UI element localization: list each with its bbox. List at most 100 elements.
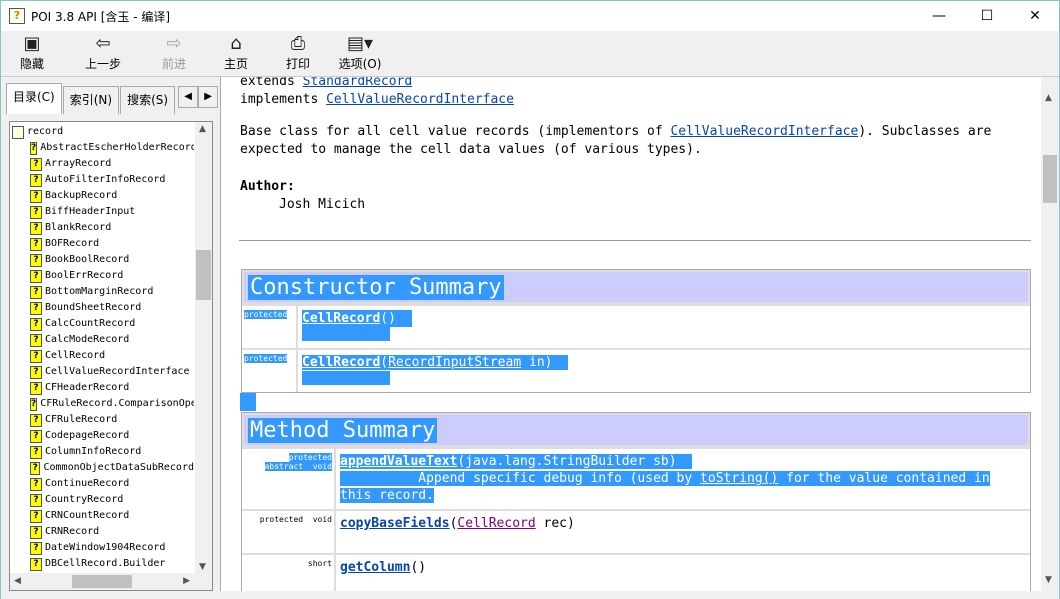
tree-node[interactable]: ? CRNRecord	[10, 524, 194, 540]
cell-value-record-interface-link[interactable]: CellValueRecordInterface	[326, 92, 514, 107]
table-row: short getColumn()	[242, 553, 1030, 591]
tree-node[interactable]: ? DateWindow1904Record	[10, 540, 194, 556]
help-topic-icon: ?	[30, 349, 42, 363]
help-topic-icon: ?	[30, 477, 42, 491]
record-input-stream-link[interactable]: RecordInputStream	[388, 355, 521, 370]
append-value-text-link[interactable]: appendValueText	[340, 454, 457, 469]
tree-node-record[interactable]: record	[10, 124, 194, 140]
tree-node[interactable]: ? CommonObjectDataSubRecord	[10, 460, 194, 476]
class-description: Base class for all cell value records (i…	[240, 124, 992, 157]
tree-node[interactable]: ? BookBoolRecord	[10, 252, 194, 268]
tree-node[interactable]: ? AbstractEscherHolderRecord	[10, 140, 194, 156]
help-topic-icon: ?	[30, 397, 38, 411]
method-summary-table: Method Summary protected abstract void ap…	[241, 412, 1031, 591]
close-button[interactable]: ✕	[1011, 1, 1059, 31]
help-topic-icon: ?	[30, 221, 42, 235]
hide-button[interactable]: ▣ 隐藏	[1, 31, 63, 76]
status-strip	[1, 591, 1059, 599]
help-topic-icon: ?	[30, 365, 42, 379]
help-topic-icon: ?	[30, 381, 42, 395]
cellrecord-param-link[interactable]: CellRecord	[457, 516, 535, 531]
help-topic-icon: ?	[30, 157, 42, 171]
tostring-link[interactable]: toString()	[700, 471, 778, 486]
help-topic-icon: ?	[30, 301, 42, 315]
help-topic-icon: ?	[30, 205, 42, 219]
tree-vertical-scrollbar[interactable]: ▲ ▼	[195, 122, 212, 574]
tree-node[interactable]: ? CRNCountRecord	[10, 508, 194, 524]
tree-node[interactable]: ? AutoFilterInfoRecord	[10, 172, 194, 188]
tree-node[interactable]: ? CountryRecord	[10, 492, 194, 508]
print-button[interactable]: ⎙ 打印	[267, 31, 329, 76]
help-topic-icon: ?	[30, 429, 42, 443]
help-topic-icon: ?	[30, 189, 42, 203]
back-arrow-icon: ⇦	[95, 33, 111, 54]
tree-node[interactable]: ? ColumnInfoRecord	[10, 444, 194, 460]
navigation-pane: 目录(C) 索引(N) 搜索(S) ◀ ▶ record ? AbstractEs…	[1, 77, 221, 599]
tree-node[interactable]: ? BlankRecord	[10, 220, 194, 236]
tab-scroll-right-button[interactable]: ▶	[198, 86, 219, 108]
tree-node[interactable]: ? CFHeaderRecord	[10, 380, 194, 396]
minimize-button[interactable]: —	[915, 1, 963, 31]
get-column-link[interactable]: getColumn	[340, 560, 410, 575]
tree-node[interactable]: ? CalcCountRecord	[10, 316, 194, 332]
tree-node[interactable]: ?CFRuleRecord.ComparisonOperator	[10, 396, 194, 412]
help-file-icon: ?	[9, 8, 25, 24]
tree-horizontal-scrollbar[interactable]: ◀ ▶	[10, 573, 212, 590]
constructor-summary-heading: Constructor Summary	[248, 275, 504, 300]
help-topic-icon: ?	[30, 509, 42, 523]
content-vertical-scrollbar[interactable]: ▲ ▼	[1041, 77, 1059, 591]
tree-node[interactable]: ? BiffHeaderInput	[10, 204, 194, 220]
back-button[interactable]: ⇦ 上一步	[63, 31, 143, 76]
printer-icon: ⎙	[290, 33, 306, 54]
cellrecord-stream-constructor-link[interactable]: CellRecord	[302, 355, 380, 370]
window-title: POI 3.8 API [含玉 - 编译]	[31, 9, 171, 24]
tree-node[interactable]: ? CellValueRecordInterface	[10, 364, 194, 380]
tree-node[interactable]: ? BottomMarginRecord	[10, 284, 194, 300]
divider	[239, 240, 1031, 241]
copy-base-fields-link[interactable]: copyBaseFields	[340, 516, 450, 531]
forward-arrow-icon: ⇨	[166, 33, 182, 54]
help-topic-icon: ?	[30, 333, 42, 347]
constructor-summary-table: Constructor Summary protected CellRecord…	[241, 269, 1031, 393]
help-topic-icon: ?	[30, 461, 41, 475]
tree-node[interactable]: ? CFRuleRecord	[10, 412, 194, 428]
options-button[interactable]: ▤▾ 选项(O)	[329, 31, 391, 76]
table-row: protected CellRecord()	[242, 304, 1030, 348]
tree-node[interactable]: ? DBCellRecord.Builder	[10, 556, 194, 572]
help-topic-icon: ?	[30, 253, 42, 267]
help-topic-icon: ?	[30, 173, 42, 187]
tree-node[interactable]: ? ContinueRecord	[10, 476, 194, 492]
tree-node[interactable]: ? CodepageRecord	[10, 428, 194, 444]
home-icon: ⌂	[230, 33, 242, 54]
help-topic-icon: ?	[30, 557, 42, 571]
tree-node[interactable]: ? CalcModeRecord	[10, 332, 194, 348]
tab-contents[interactable]: 目录(C)	[6, 83, 62, 114]
help-topic-icon: ?	[30, 445, 42, 459]
help-topic-icon: ?	[30, 493, 42, 507]
content-pane: extends StandardRecord implements CellVa…	[231, 77, 1041, 591]
selection-block	[240, 393, 256, 411]
help-topic-icon: ?	[30, 141, 38, 155]
standard-record-link[interactable]: StandardRecord	[303, 77, 413, 89]
toolbar: ▣ 隐藏 ⇦ 上一步 ⇨ 前进 ⌂ 主页 ⎙ 打印 ▤▾ 选项(O)	[1, 31, 1059, 77]
hide-icon: ▣	[23, 33, 41, 54]
help-topic-icon: ?	[30, 317, 42, 331]
forward-button[interactable]: ⇨ 前进	[143, 31, 205, 76]
title-bar: ? POI 3.8 API [含玉 - 编译] — ☐ ✕	[1, 1, 1059, 31]
help-topic-icon: ?	[30, 525, 42, 539]
tab-index[interactable]: 索引(N)	[62, 86, 120, 114]
home-button[interactable]: ⌂ 主页	[205, 31, 267, 76]
contents-tree: record ? AbstractEscherHolderRecord? Array…	[9, 121, 213, 591]
tree-node[interactable]: ? BackupRecord	[10, 188, 194, 204]
tree-node[interactable]: ? BoolErrRecord	[10, 268, 194, 284]
description-interface-link[interactable]: CellValueRecordInterface	[670, 124, 858, 139]
tab-search[interactable]: 搜索(S)	[120, 86, 176, 114]
tree-node[interactable]: ? BoundSheetRecord	[10, 300, 194, 316]
tree-node[interactable]: ? ArrayRecord	[10, 156, 194, 172]
maximize-button[interactable]: ☐	[963, 1, 1011, 31]
tree-node[interactable]: ? CellRecord	[10, 348, 194, 364]
tab-scroll-left-button[interactable]: ◀	[178, 86, 199, 108]
cellrecord-constructor-link[interactable]: CellRecord	[302, 311, 380, 326]
table-row: protected void copyBaseFields(CellRecord…	[242, 509, 1030, 553]
tree-node[interactable]: ? BOFRecord	[10, 236, 194, 252]
